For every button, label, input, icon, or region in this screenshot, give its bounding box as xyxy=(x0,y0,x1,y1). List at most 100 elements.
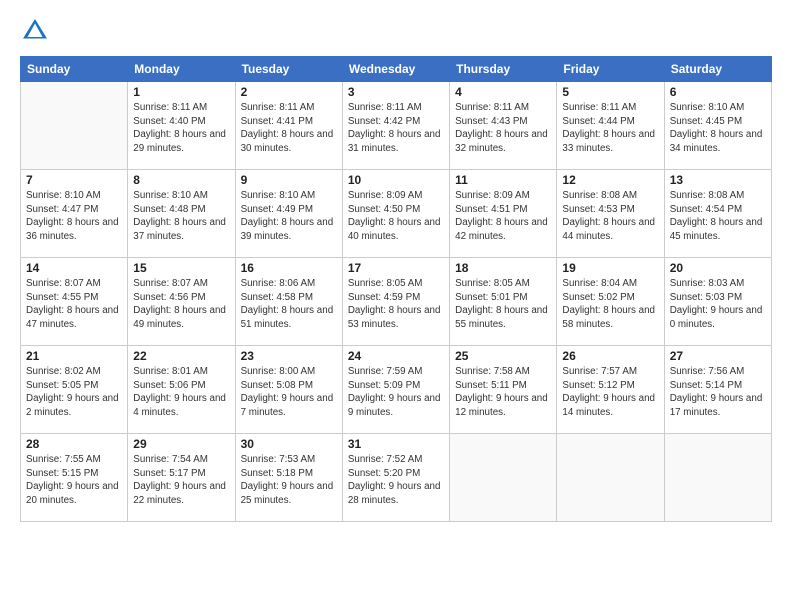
calendar-row: 28Sunrise: 7:55 AMSunset: 5:15 PMDayligh… xyxy=(21,434,772,522)
calendar-cell: 25 Sunrise: 7:58 AMSunset: 5:11 PMDayligh… xyxy=(450,346,557,434)
day-number: 5 xyxy=(562,85,658,99)
calendar-cell: 2 Sunrise: 8:11 AMSunset: 4:41 PMDaylight… xyxy=(235,82,342,170)
calendar-cell xyxy=(21,82,128,170)
calendar-cell xyxy=(557,434,664,522)
day-info: Sunrise: 8:10 AMSunset: 4:48 PMDaylight:… xyxy=(133,189,229,244)
day-info: Sunrise: 7:57 AMSunset: 5:12 PMDaylight:… xyxy=(562,365,658,420)
day-info: Sunrise: 8:11 AMSunset: 4:43 PMDaylight:… xyxy=(455,101,551,156)
calendar-cell: 12Sunrise: 8:08 AMSunset: 4:53 PMDayligh… xyxy=(557,170,664,258)
day-number: 21 xyxy=(26,349,122,363)
day-info: Sunrise: 8:05 AMSunset: 4:59 PMDaylight:… xyxy=(348,277,444,332)
day-number: 29 xyxy=(133,437,229,451)
calendar-cell: 6 Sunrise: 8:10 AMSunset: 4:45 PMDaylight… xyxy=(664,82,771,170)
calendar-cell: 19Sunrise: 8:04 AMSunset: 5:02 PMDayligh… xyxy=(557,258,664,346)
day-number: 20 xyxy=(670,261,766,275)
day-number: 15 xyxy=(133,261,229,275)
day-info: Sunrise: 8:10 AMSunset: 4:45 PMDaylight:… xyxy=(670,101,766,156)
day-number: 13 xyxy=(670,173,766,187)
day-info: Sunrise: 8:08 AMSunset: 4:53 PMDaylight:… xyxy=(562,189,658,244)
day-info: Sunrise: 8:01 AMSunset: 5:06 PMDaylight:… xyxy=(133,365,229,420)
calendar-cell: 9 Sunrise: 8:10 AMSunset: 4:49 PMDaylight… xyxy=(235,170,342,258)
calendar-cell: 28Sunrise: 7:55 AMSunset: 5:15 PMDayligh… xyxy=(21,434,128,522)
day-number: 1 xyxy=(133,85,229,99)
calendar-cell: 31Sunrise: 7:52 AMSunset: 5:20 PMDayligh… xyxy=(342,434,449,522)
day-info: Sunrise: 8:10 AMSunset: 4:47 PMDaylight:… xyxy=(26,189,122,244)
weekday-header-cell: Monday xyxy=(128,57,235,82)
calendar-cell: 21Sunrise: 8:02 AMSunset: 5:05 PMDayligh… xyxy=(21,346,128,434)
day-number: 14 xyxy=(26,261,122,275)
day-number: 30 xyxy=(241,437,337,451)
day-info: Sunrise: 8:09 AMSunset: 4:51 PMDaylight:… xyxy=(455,189,551,244)
header xyxy=(20,16,772,46)
calendar-header: SundayMondayTuesdayWednesdayThursdayFrid… xyxy=(21,57,772,82)
day-info: Sunrise: 8:08 AMSunset: 4:54 PMDaylight:… xyxy=(670,189,766,244)
calendar-cell: 13 Sunrise: 8:08 AMSunset: 4:54 PMDayligh… xyxy=(664,170,771,258)
weekday-header-row: SundayMondayTuesdayWednesdayThursdayFrid… xyxy=(21,57,772,82)
calendar-cell xyxy=(664,434,771,522)
day-number: 6 xyxy=(670,85,766,99)
day-info: Sunrise: 8:11 AMSunset: 4:44 PMDaylight:… xyxy=(562,101,658,156)
day-number: 9 xyxy=(241,173,337,187)
calendar-cell: 3 Sunrise: 8:11 AMSunset: 4:42 PMDaylight… xyxy=(342,82,449,170)
day-number: 11 xyxy=(455,173,551,187)
calendar-cell: 20 Sunrise: 8:03 AMSunset: 5:03 PMDayligh… xyxy=(664,258,771,346)
day-info: Sunrise: 8:07 AMSunset: 4:55 PMDaylight:… xyxy=(26,277,122,332)
day-info: Sunrise: 8:04 AMSunset: 5:02 PMDaylight:… xyxy=(562,277,658,332)
calendar-cell: 26 Sunrise: 7:57 AMSunset: 5:12 PMDayligh… xyxy=(557,346,664,434)
day-info: Sunrise: 7:58 AMSunset: 5:11 PMDaylight:… xyxy=(455,365,551,420)
day-info: Sunrise: 8:11 AMSunset: 4:41 PMDaylight:… xyxy=(241,101,337,156)
day-number: 18 xyxy=(455,261,551,275)
day-number: 24 xyxy=(348,349,444,363)
logo-icon xyxy=(20,16,50,46)
calendar-row: 21Sunrise: 8:02 AMSunset: 5:05 PMDayligh… xyxy=(21,346,772,434)
page: SundayMondayTuesdayWednesdayThursdayFrid… xyxy=(0,0,792,612)
calendar-cell: 30 Sunrise: 7:53 AMSunset: 5:18 PMDayligh… xyxy=(235,434,342,522)
calendar-cell: 17 Sunrise: 8:05 AMSunset: 4:59 PMDayligh… xyxy=(342,258,449,346)
calendar-row: 7Sunrise: 8:10 AMSunset: 4:47 PMDaylight… xyxy=(21,170,772,258)
day-number: 23 xyxy=(241,349,337,363)
day-info: Sunrise: 8:11 AMSunset: 4:42 PMDaylight:… xyxy=(348,101,444,156)
day-info: Sunrise: 7:53 AMSunset: 5:18 PMDaylight:… xyxy=(241,453,337,508)
weekday-header-cell: Thursday xyxy=(450,57,557,82)
weekday-header-cell: Saturday xyxy=(664,57,771,82)
day-number: 4 xyxy=(455,85,551,99)
day-info: Sunrise: 8:05 AMSunset: 5:01 PMDaylight:… xyxy=(455,277,551,332)
day-number: 26 xyxy=(562,349,658,363)
calendar-cell: 14 Sunrise: 8:07 AMSunset: 4:55 PMDayligh… xyxy=(21,258,128,346)
day-info: Sunrise: 8:00 AMSunset: 5:08 PMDaylight:… xyxy=(241,365,337,420)
calendar-row: 14 Sunrise: 8:07 AMSunset: 4:55 PMDayligh… xyxy=(21,258,772,346)
day-info: Sunrise: 8:03 AMSunset: 5:03 PMDaylight:… xyxy=(670,277,766,332)
day-number: 10 xyxy=(348,173,444,187)
calendar-cell: 18 Sunrise: 8:05 AMSunset: 5:01 PMDayligh… xyxy=(450,258,557,346)
day-number: 17 xyxy=(348,261,444,275)
calendar-cell: 7Sunrise: 8:10 AMSunset: 4:47 PMDaylight… xyxy=(21,170,128,258)
calendar-cell: 27Sunrise: 7:56 AMSunset: 5:14 PMDayligh… xyxy=(664,346,771,434)
calendar-cell: 15 Sunrise: 8:07 AMSunset: 4:56 PMDayligh… xyxy=(128,258,235,346)
logo xyxy=(20,16,54,46)
day-info: Sunrise: 8:09 AMSunset: 4:50 PMDaylight:… xyxy=(348,189,444,244)
day-number: 25 xyxy=(455,349,551,363)
day-info: Sunrise: 7:59 AMSunset: 5:09 PMDaylight:… xyxy=(348,365,444,420)
day-number: 2 xyxy=(241,85,337,99)
day-info: Sunrise: 8:07 AMSunset: 4:56 PMDaylight:… xyxy=(133,277,229,332)
day-info: Sunrise: 8:10 AMSunset: 4:49 PMDaylight:… xyxy=(241,189,337,244)
calendar-cell: 23 Sunrise: 8:00 AMSunset: 5:08 PMDayligh… xyxy=(235,346,342,434)
calendar-cell: 11 Sunrise: 8:09 AMSunset: 4:51 PMDayligh… xyxy=(450,170,557,258)
calendar-cell: 4 Sunrise: 8:11 AMSunset: 4:43 PMDaylight… xyxy=(450,82,557,170)
day-number: 22 xyxy=(133,349,229,363)
calendar-cell: 5 Sunrise: 8:11 AMSunset: 4:44 PMDaylight… xyxy=(557,82,664,170)
day-number: 3 xyxy=(348,85,444,99)
day-number: 16 xyxy=(241,261,337,275)
calendar-body: 1Sunrise: 8:11 AMSunset: 4:40 PMDaylight… xyxy=(21,82,772,522)
day-number: 27 xyxy=(670,349,766,363)
calendar-cell: 1Sunrise: 8:11 AMSunset: 4:40 PMDaylight… xyxy=(128,82,235,170)
day-info: Sunrise: 7:52 AMSunset: 5:20 PMDaylight:… xyxy=(348,453,444,508)
day-info: Sunrise: 7:54 AMSunset: 5:17 PMDaylight:… xyxy=(133,453,229,508)
day-info: Sunrise: 7:55 AMSunset: 5:15 PMDaylight:… xyxy=(26,453,122,508)
day-info: Sunrise: 8:06 AMSunset: 4:58 PMDaylight:… xyxy=(241,277,337,332)
calendar-cell xyxy=(450,434,557,522)
calendar-cell: 22 Sunrise: 8:01 AMSunset: 5:06 PMDayligh… xyxy=(128,346,235,434)
calendar-cell: 16 Sunrise: 8:06 AMSunset: 4:58 PMDayligh… xyxy=(235,258,342,346)
calendar-cell: 8Sunrise: 8:10 AMSunset: 4:48 PMDaylight… xyxy=(128,170,235,258)
weekday-header-cell: Friday xyxy=(557,57,664,82)
